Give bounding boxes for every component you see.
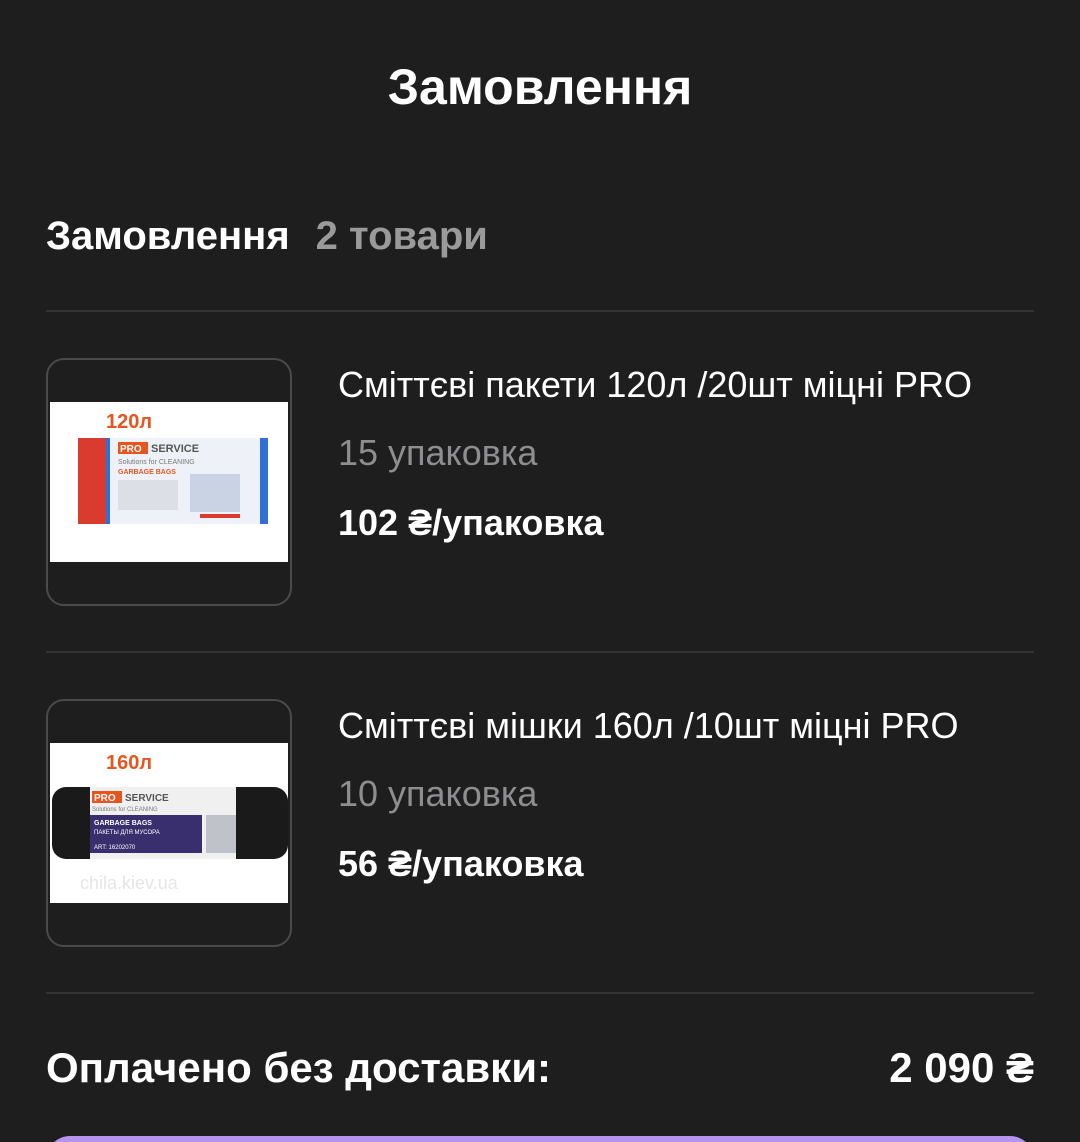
image-type: GARBAGE BAGS — [94, 820, 152, 827]
order-section-header: Замовлення 2 товари — [46, 214, 488, 259]
product-quantity: 10 упаковка — [338, 773, 538, 814]
product-price: 102 ₴/упаковка — [338, 502, 604, 543]
image-brand-service: SERVICE — [151, 443, 199, 455]
bottom-action-button[interactable] — [46, 1136, 1034, 1142]
order-item[interactable]: 160л PRO SERVICE Solutions for CLEANING … — [46, 699, 1034, 947]
order-section-title: Замовлення — [46, 214, 290, 258]
image-watermark: chila.kiev.ua — [80, 873, 179, 893]
divider — [46, 651, 1034, 653]
product-thumbnail[interactable]: 160л PRO SERVICE Solutions for CLEANING … — [46, 699, 292, 947]
image-subtype: ПАКЕТЫ ДЛЯ МУСОРА — [94, 830, 160, 836]
image-art: ART: 16202070 — [94, 845, 136, 851]
page-title: Замовлення — [387, 59, 693, 115]
order-item-count: 2 товари — [315, 214, 488, 258]
image-type: GARBAGE BAGS — [118, 469, 176, 476]
divider — [46, 310, 1034, 312]
image-volume: 120л — [106, 411, 152, 433]
product-image-garbage-bags-120l: 120л PRO SERVICE Solutions for CLEANING … — [50, 402, 288, 562]
image-brand-pro: PRO — [120, 444, 142, 455]
order-item[interactable]: 120л PRO SERVICE Solutions for CLEANING … — [46, 358, 1034, 606]
product-price: 56 ₴/упаковка — [338, 843, 584, 884]
product-name[interactable]: Сміттєві мішки 160л /10шт міцні PRO — [338, 705, 958, 747]
total-label: Оплачено без доставки: — [46, 1044, 552, 1091]
image-brand-pro: PRO — [94, 793, 116, 804]
product-thumbnail[interactable]: 120л PRO SERVICE Solutions for CLEANING … — [46, 358, 292, 606]
image-volume: 160л — [106, 752, 152, 774]
divider — [46, 992, 1034, 994]
image-tagline: Solutions for CLEANING — [92, 807, 158, 813]
total-value: 2 090 ₴ — [889, 1044, 1034, 1091]
product-quantity: 15 упаковка — [338, 432, 538, 473]
product-image-garbage-bags-160l: 160л PRO SERVICE Solutions for CLEANING … — [50, 743, 288, 903]
image-tagline: Solutions for CLEANING — [118, 459, 195, 466]
product-name[interactable]: Сміттєві пакети 120л /20шт міцні PRO — [338, 364, 972, 406]
image-brand-service: SERVICE — [125, 793, 169, 804]
